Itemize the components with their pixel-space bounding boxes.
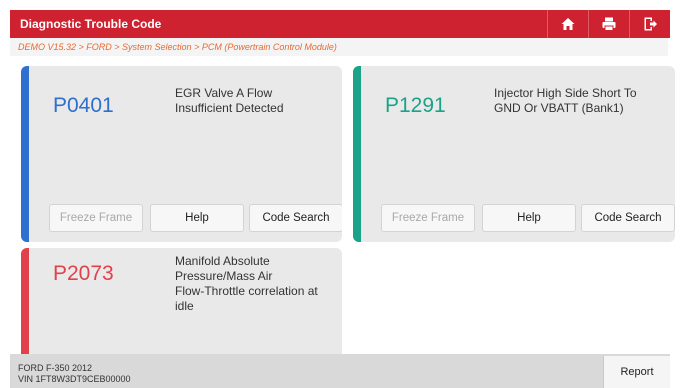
- home-icon: [561, 18, 575, 30]
- dtc-card[interactable]: P0401 EGR Valve A Flow Insufficient Dete…: [21, 66, 342, 242]
- page-title: Diagnostic Trouble Code: [20, 17, 162, 31]
- breadcrumb: DEMO V15.32 > FORD > System Selection > …: [10, 38, 668, 56]
- dtc-description: Injector High Side Short To GND Or VBATT…: [494, 86, 637, 115]
- home-button[interactable]: [547, 10, 588, 38]
- dtc-code: P1291: [385, 94, 446, 117]
- card-stripe: [353, 66, 361, 242]
- print-button[interactable]: [588, 10, 629, 38]
- print-icon: [602, 17, 616, 31]
- help-button[interactable]: Help: [482, 204, 576, 232]
- exit-button[interactable]: [629, 10, 670, 38]
- vehicle-info: FORD F-350 2012 VIN 1FT8W3DT9CEB00000: [18, 363, 131, 385]
- card-stripe: [21, 248, 29, 368]
- dtc-list: P0401 EGR Valve A Flow Insufficient Dete…: [10, 56, 675, 368]
- dtc-code: P0401: [53, 94, 114, 117]
- dtc-description: EGR Valve A Flow Insufficient Detected: [175, 86, 284, 115]
- dtc-card[interactable]: P2073 Manifold Absolute Pressure/Mass Ai…: [21, 248, 342, 368]
- freeze-frame-button[interactable]: Freeze Frame: [381, 204, 475, 232]
- vehicle-model: FORD F-350 2012: [18, 363, 93, 373]
- card-stripe: [21, 66, 29, 242]
- dtc-description: Manifold Absolute Pressure/Mass Air Flow…: [175, 254, 318, 313]
- dtc-code: P2073: [53, 262, 114, 285]
- code-search-button[interactable]: Code Search: [581, 204, 675, 232]
- report-button[interactable]: Report: [603, 356, 670, 388]
- exit-icon: [644, 17, 657, 31]
- vehicle-vin: VIN 1FT8W3DT9CEB00000: [18, 374, 131, 384]
- freeze-frame-button[interactable]: Freeze Frame: [49, 204, 143, 232]
- code-search-button[interactable]: Code Search: [249, 204, 342, 232]
- help-button[interactable]: Help: [150, 204, 244, 232]
- title-bar: Diagnostic Trouble Code: [10, 10, 670, 38]
- status-bar: FORD F-350 2012 VIN 1FT8W3DT9CEB00000 Re…: [10, 354, 670, 388]
- dtc-card[interactable]: P1291 Injector High Side Short To GND Or…: [353, 66, 675, 242]
